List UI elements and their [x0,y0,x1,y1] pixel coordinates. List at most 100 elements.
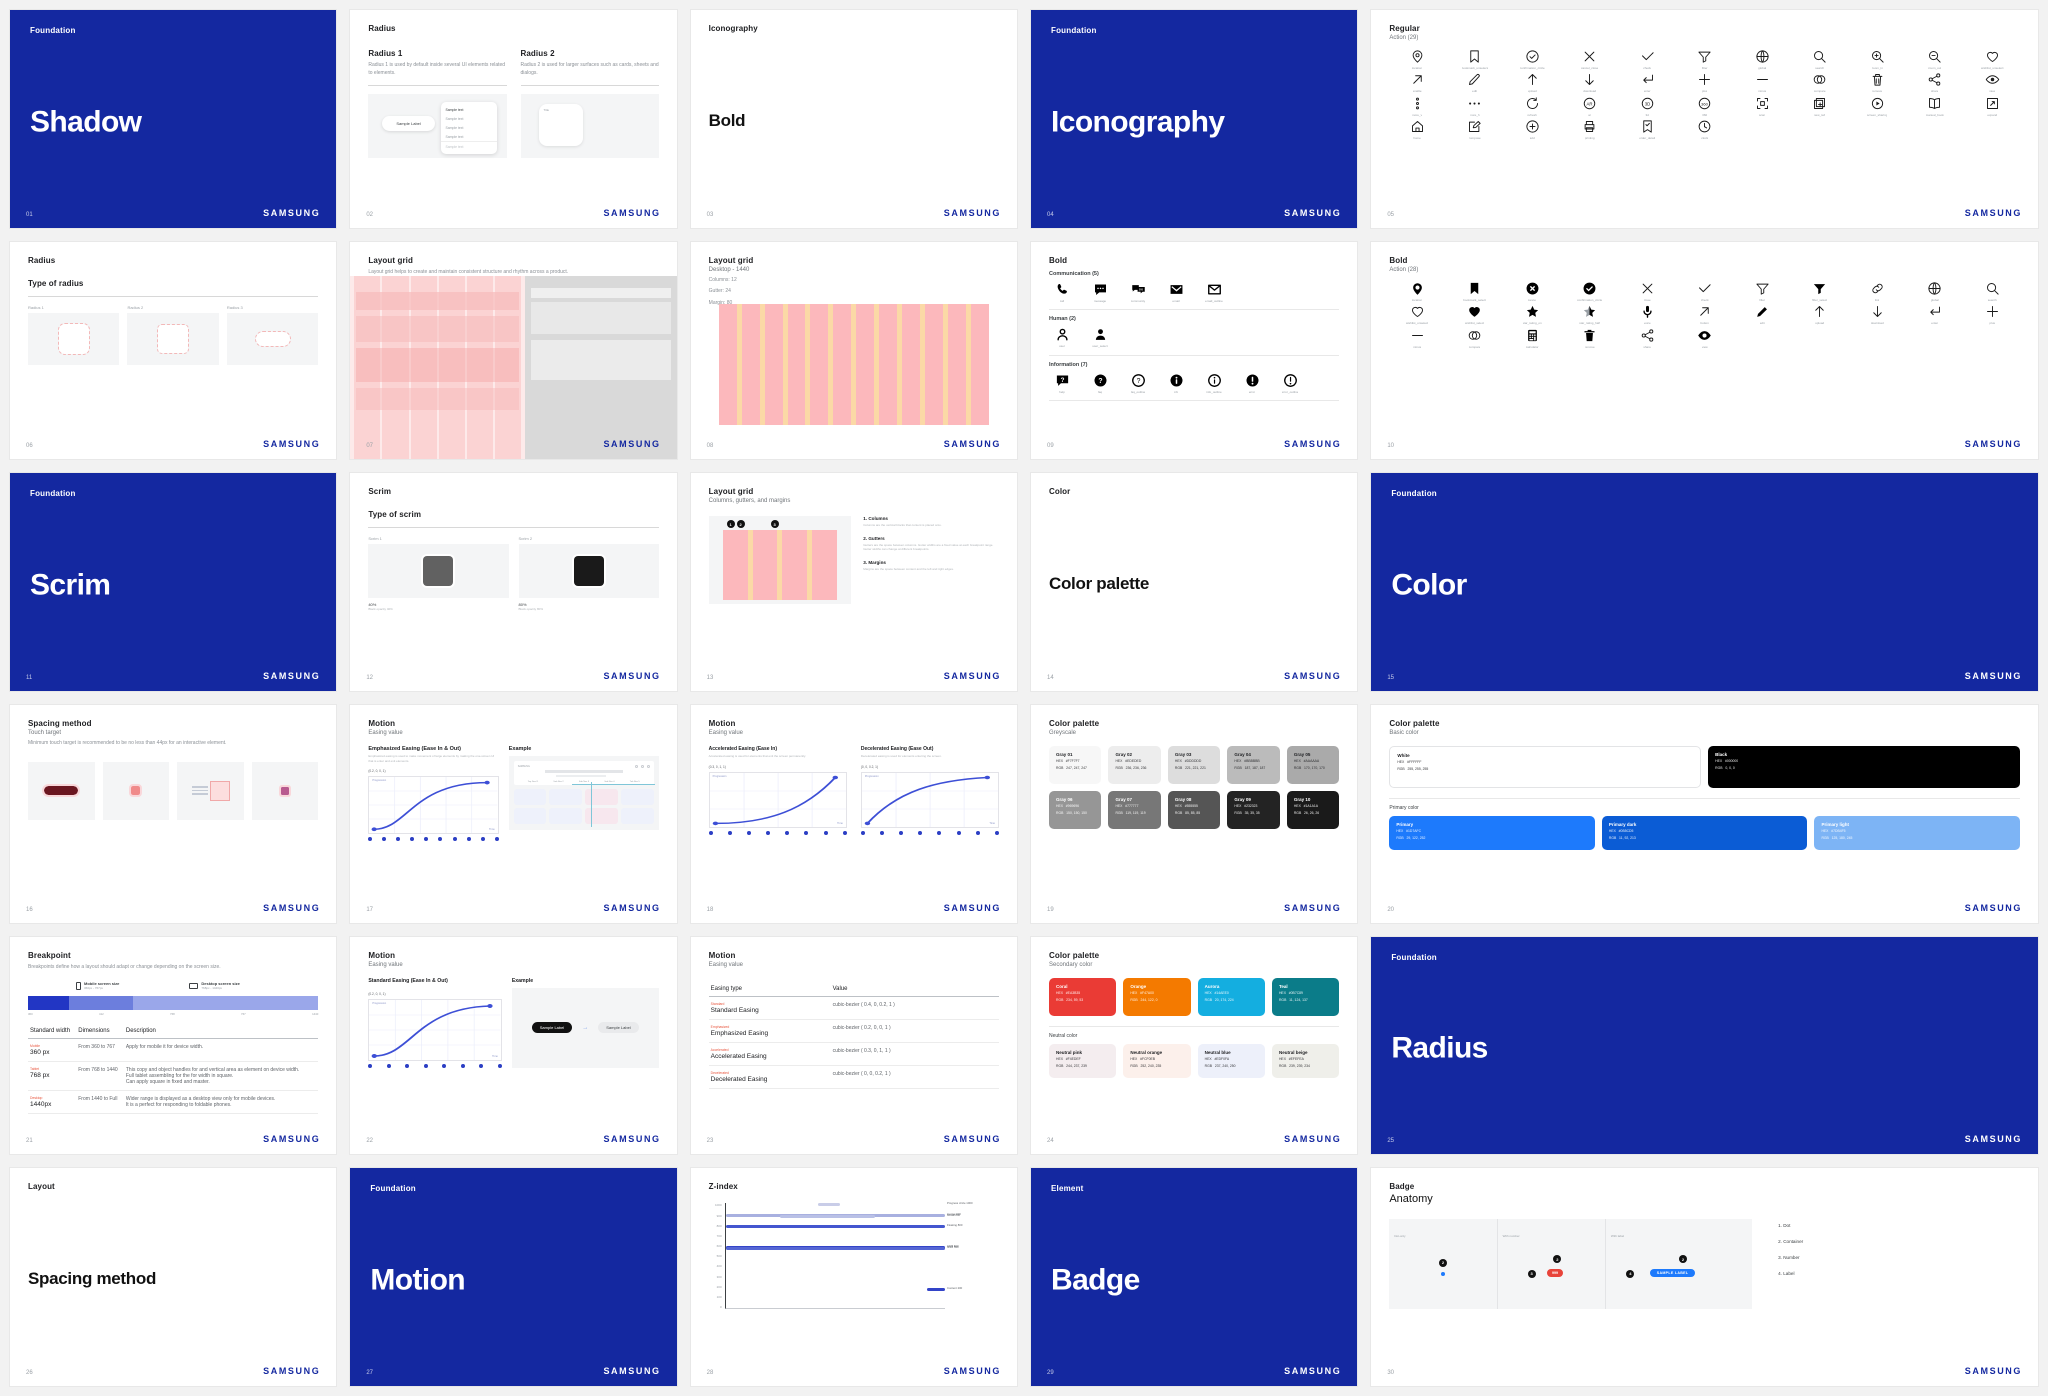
scan-icon[interactable]: scan [1734,96,1790,117]
color-swatch[interactable]: Primary dark HEX #0B5CD5 RGB 11, 92, 213 [1601,816,1808,850]
slide-motion-cover[interactable]: Foundation Motion 27 SAMSUNG [350,1168,677,1386]
color-swatch[interactable]: Gray 10 HEX #1A1A1A RGB 26, 26, 26 [1286,791,1340,829]
slide-color-secondary[interactable]: Color palette Secondary color Coral HEX #… [1031,936,1358,1155]
eye-b-icon[interactable]: view [1677,328,1733,349]
bookmark-icon[interactable]: bookmark_unselected [1447,49,1503,70]
pencil-icon[interactable]: edit [1447,72,1503,93]
color-swatch[interactable]: Primary light HEX #7DB4F5 RGB 125, 180, 24… [1814,816,2020,850]
enter-icon[interactable]: enter [1619,72,1675,93]
filter-b-icon[interactable]: filter_select [1792,281,1848,302]
slide-color-palette-cover[interactable]: Color Color palette 14 SAMSUNG [1031,473,1358,691]
compare-icon[interactable]: compare [1792,72,1848,93]
check-icon[interactable]: check [1677,281,1733,302]
slide-color-cover[interactable]: Foundation Color 15 SAMSUNG [1371,473,2038,691]
search-icon[interactable]: search [1964,281,2020,302]
download-icon[interactable]: download [1562,72,1618,93]
slide-color-basic[interactable]: Color palette Basic color White HEX #FFFF… [1371,705,2038,923]
filter-icon[interactable]: filter [1677,49,1733,70]
slide-bold-categories[interactable]: Bold Communication (5) call message 999 comm… [1031,241,1358,460]
sample-button[interactable]: Sample Label [382,116,435,131]
zoom-in-icon[interactable]: zoom_in [1849,49,1905,70]
trash-b-icon[interactable]: remove [1562,328,1618,349]
check-circle-b-icon[interactable]: confirmation_circle [1562,281,1618,302]
check-icon[interactable]: check [1619,49,1675,70]
user-o-icon[interactable]: user [1049,327,1075,348]
clock-icon[interactable]: clock [1677,119,1733,140]
ar-icon[interactable]: AR ar [1562,96,1618,117]
pin-b-icon[interactable]: location [1389,281,1445,302]
slide-iconography-cover[interactable]: Foundation Iconography 04 SAMSUNG [1031,10,1358,228]
filter-icon[interactable]: filter [1734,281,1790,302]
heart-icon[interactable]: wishlist_unselect [1389,304,1445,325]
sample-chip-dark[interactable]: Sample Label [531,1022,573,1034]
refresh-icon[interactable]: refresh [1504,96,1560,117]
slide-zindex[interactable]: Z-index 1000 900 800 700 600 500 400 300 200 100 0… [690,1168,1017,1386]
slide-radius-types[interactable]: Radius Type of radius Radius 1 Radius 2 [10,241,337,460]
print-icon[interactable]: printing [1562,119,1618,140]
slide-badge-anatomy[interactable]: Badge Anatomy Dot-only 2 With number 2 3… [1371,1168,2038,1386]
slide-breakpoint[interactable]: Breakpoint Breakpoints define how a layo… [10,936,337,1155]
faq-o-icon[interactable]: ? faq_outline [1125,373,1151,394]
pencil-b-icon[interactable]: edit [1734,304,1790,325]
color-swatch[interactable]: Gray 03 HEX #DDDDDD RGB 221, 221, 221 [1167,746,1221,784]
slide-radius-detail[interactable]: Radius Radius 1 Radius 1 is used by defa… [350,10,677,228]
color-swatch[interactable]: Orange HEX #F47A00 RGB 244, 122, 0 [1123,977,1191,1016]
compare-icon[interactable]: compare [1447,328,1503,349]
dots-h-icon[interactable]: more_h [1447,96,1503,117]
color-swatch[interactable]: Gray 02 HEX #EDEDED RGB 236, 236, 236 [1108,746,1161,784]
color-swatch[interactable]: Coral HEX #EA3B35 RGB 234, 59, 53 [1049,977,1117,1016]
phone-b-icon[interactable]: call [1049,282,1075,303]
menu-item[interactable]: Sample text [441,132,497,141]
color-swatch[interactable]: Gray 09 HEX #232323 RGB 35, 35, 35 [1227,791,1280,829]
tab-label[interactable]: Tab Nav 5 [630,781,640,783]
minus-icon[interactable]: minus [1389,328,1445,349]
sample-chip-light[interactable]: Sample Label [598,1022,639,1034]
info-b-icon[interactable]: info [1163,373,1189,394]
faq-b-icon[interactable]: ? faq [1087,373,1113,394]
color-swatch[interactable]: Primary HEX #1D7AFC RGB 29, 122, 252 [1389,816,1595,850]
trash-icon[interactable]: remove [1849,72,1905,93]
menu-item[interactable]: Sample text [441,105,497,114]
sample-menu[interactable]: Sample text Sample text Sample text Samp… [440,102,497,154]
plus-icon[interactable]: plus [1964,304,2020,325]
3d-icon[interactable]: 3D 3d [1619,96,1675,117]
slide-layout-grid-wire[interactable]: Layout grid Layout grid helps to create … [350,241,677,460]
color-swatch[interactable]: Aurora HEX #14AEE0 RGB 20, 174, 224 [1197,977,1265,1016]
heart-b-icon[interactable]: wishlist_select [1447,304,1503,325]
slide-bold-cover[interactable]: Iconography Bold 03 SAMSUNG [690,10,1017,228]
color-swatch[interactable]: Gray 07 HEX #777777 RGB 119, 119, 119 [1108,791,1161,829]
slide-motion-standard[interactable]: Motion Easing value Standard Easing (Eas… [350,936,677,1155]
tab-label[interactable]: Sub Nav 4 [604,781,614,783]
slide-scrim-types[interactable]: Scrim Type of scrim Scrim 1 40% Black op… [350,473,677,691]
globe-icon[interactable]: global [1734,49,1790,70]
email-o-icon[interactable]: email_outline [1201,282,1227,303]
compose-icon[interactable]: compose [1447,119,1503,140]
download-icon[interactable]: download [1849,304,1905,325]
color-swatch[interactable]: Neutral orange HEX #FCF0EB RGB 252, 240, 2… [1123,1043,1191,1078]
share-icon[interactable]: share [1907,72,1963,93]
zoom-out-icon[interactable]: zoom_out [1907,49,1963,70]
message-b-icon[interactable]: message [1087,282,1113,303]
menu-item[interactable]: Sample text [441,114,497,123]
eye-icon[interactable]: view [1964,72,2020,93]
color-swatch[interactable]: Neutral beige HEX #EFEFEA RGB 239, 239, 23… [1271,1043,1340,1078]
tab-label[interactable]: Sub Nav 3 [579,781,589,783]
slide-icons-regular[interactable]: Regular Action (29) location bookmark_uns… [1371,10,2038,228]
slide-spacing-touch[interactable]: Spacing method Touch target Minimum touc… [10,705,337,923]
book-icon[interactable]: manual_book [1907,96,1963,117]
color-swatch[interactable]: Gray 01 HEX #F7F7F7 RGB 247, 247, 247 [1049,746,1102,784]
check-circle-icon[interactable]: confirmation_circle [1504,49,1560,70]
link-icon[interactable]: link [1849,281,1905,302]
plus-icon[interactable]: plus [1677,72,1733,93]
pin-icon[interactable]: location [1389,49,1445,70]
slide-radius-cover[interactable]: Foundation Radius 25 SAMSUNG [1371,936,2038,1155]
arrow-ne-icon[interactable]: enable [1389,72,1445,93]
dots-v-icon[interactable]: more_v [1389,96,1445,117]
plus-circle-icon[interactable]: add [1504,119,1560,140]
new-tab-icon[interactable]: new_tab [1792,96,1848,117]
slide-color-greyscale[interactable]: Color palette Greyscale Gray 01 HEX #F7F7… [1031,705,1358,923]
calc-b-icon[interactable]: calculator [1504,328,1560,349]
tab-label[interactable]: Top Deal 1 [528,781,538,783]
help-b-icon[interactable]: ? help [1049,373,1075,394]
share-icon[interactable]: share [1619,328,1675,349]
